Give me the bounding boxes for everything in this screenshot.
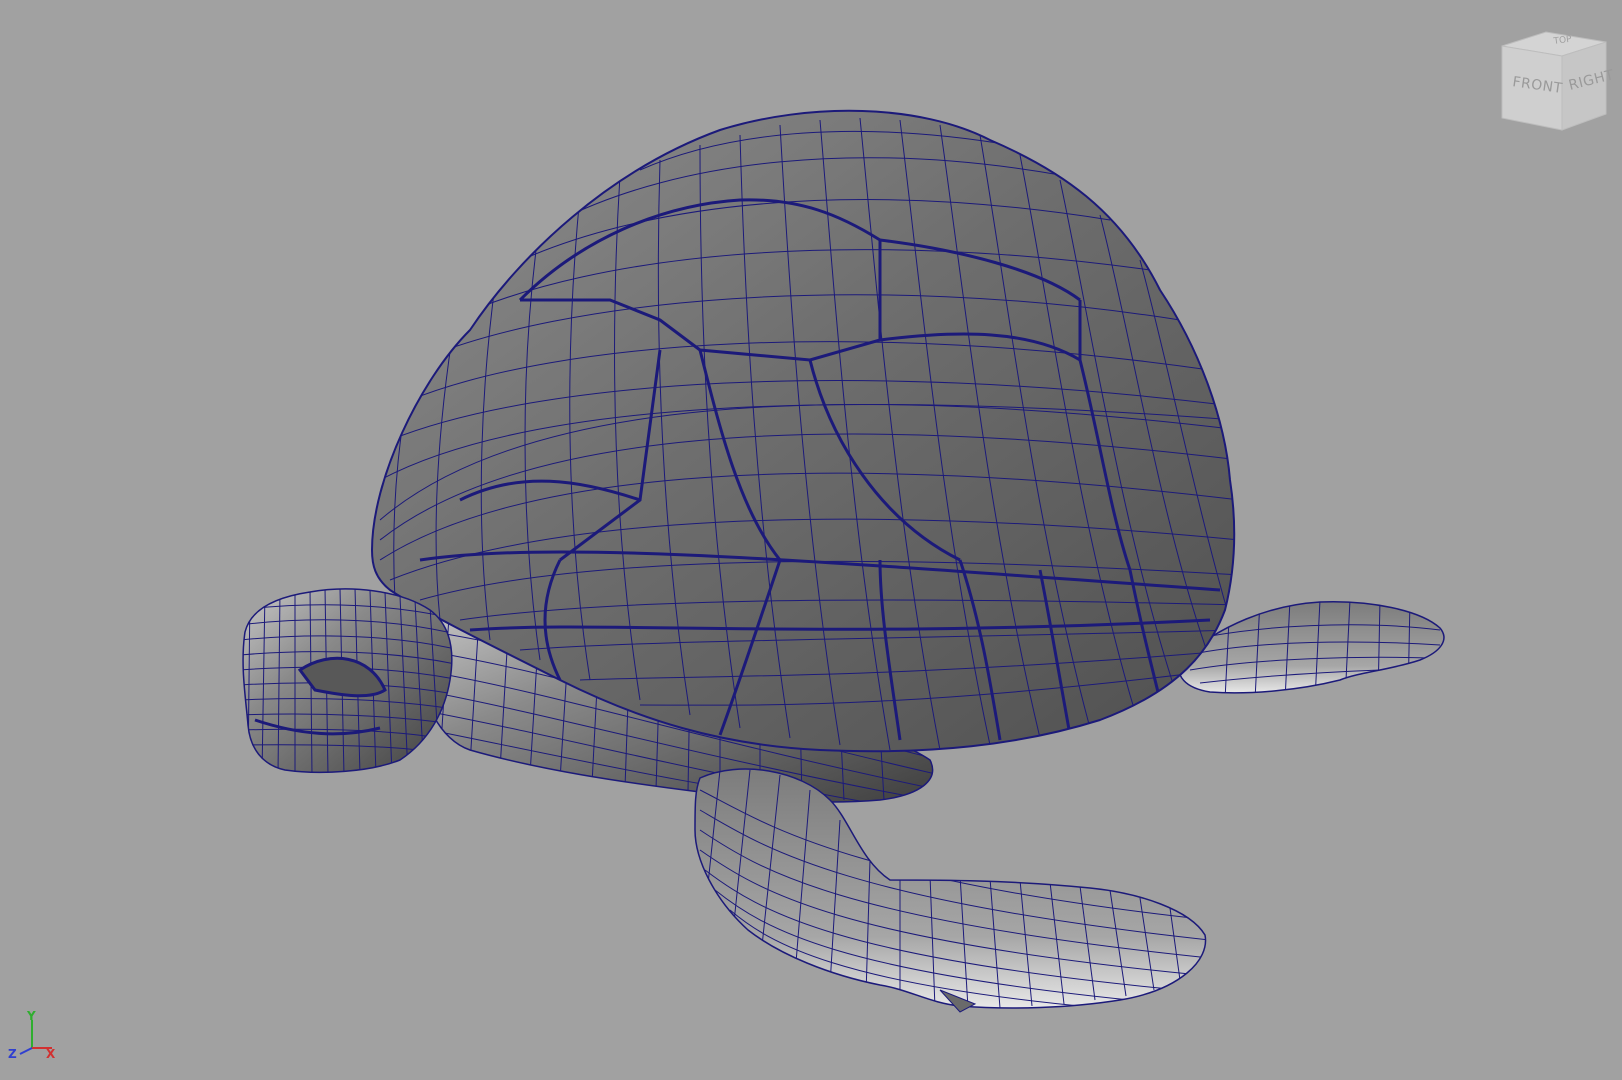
3d-viewport[interactable]: TOP FRONT RIGHT Y X Z [0,0,1622,1080]
turtle-head[interactable] [240,588,460,775]
y-axis-label: Y [26,1010,36,1023]
viewcube-widget[interactable]: TOP FRONT RIGHT [1492,26,1616,134]
front-flipper[interactable] [694,768,1210,1013]
z-axis-line [19,1047,33,1055]
x-axis-label: X [46,1047,56,1061]
axis-gizmo: Y X Z [8,1010,60,1064]
scene-canvas[interactable] [0,0,1622,1080]
z-axis-label: Z [8,1047,17,1061]
